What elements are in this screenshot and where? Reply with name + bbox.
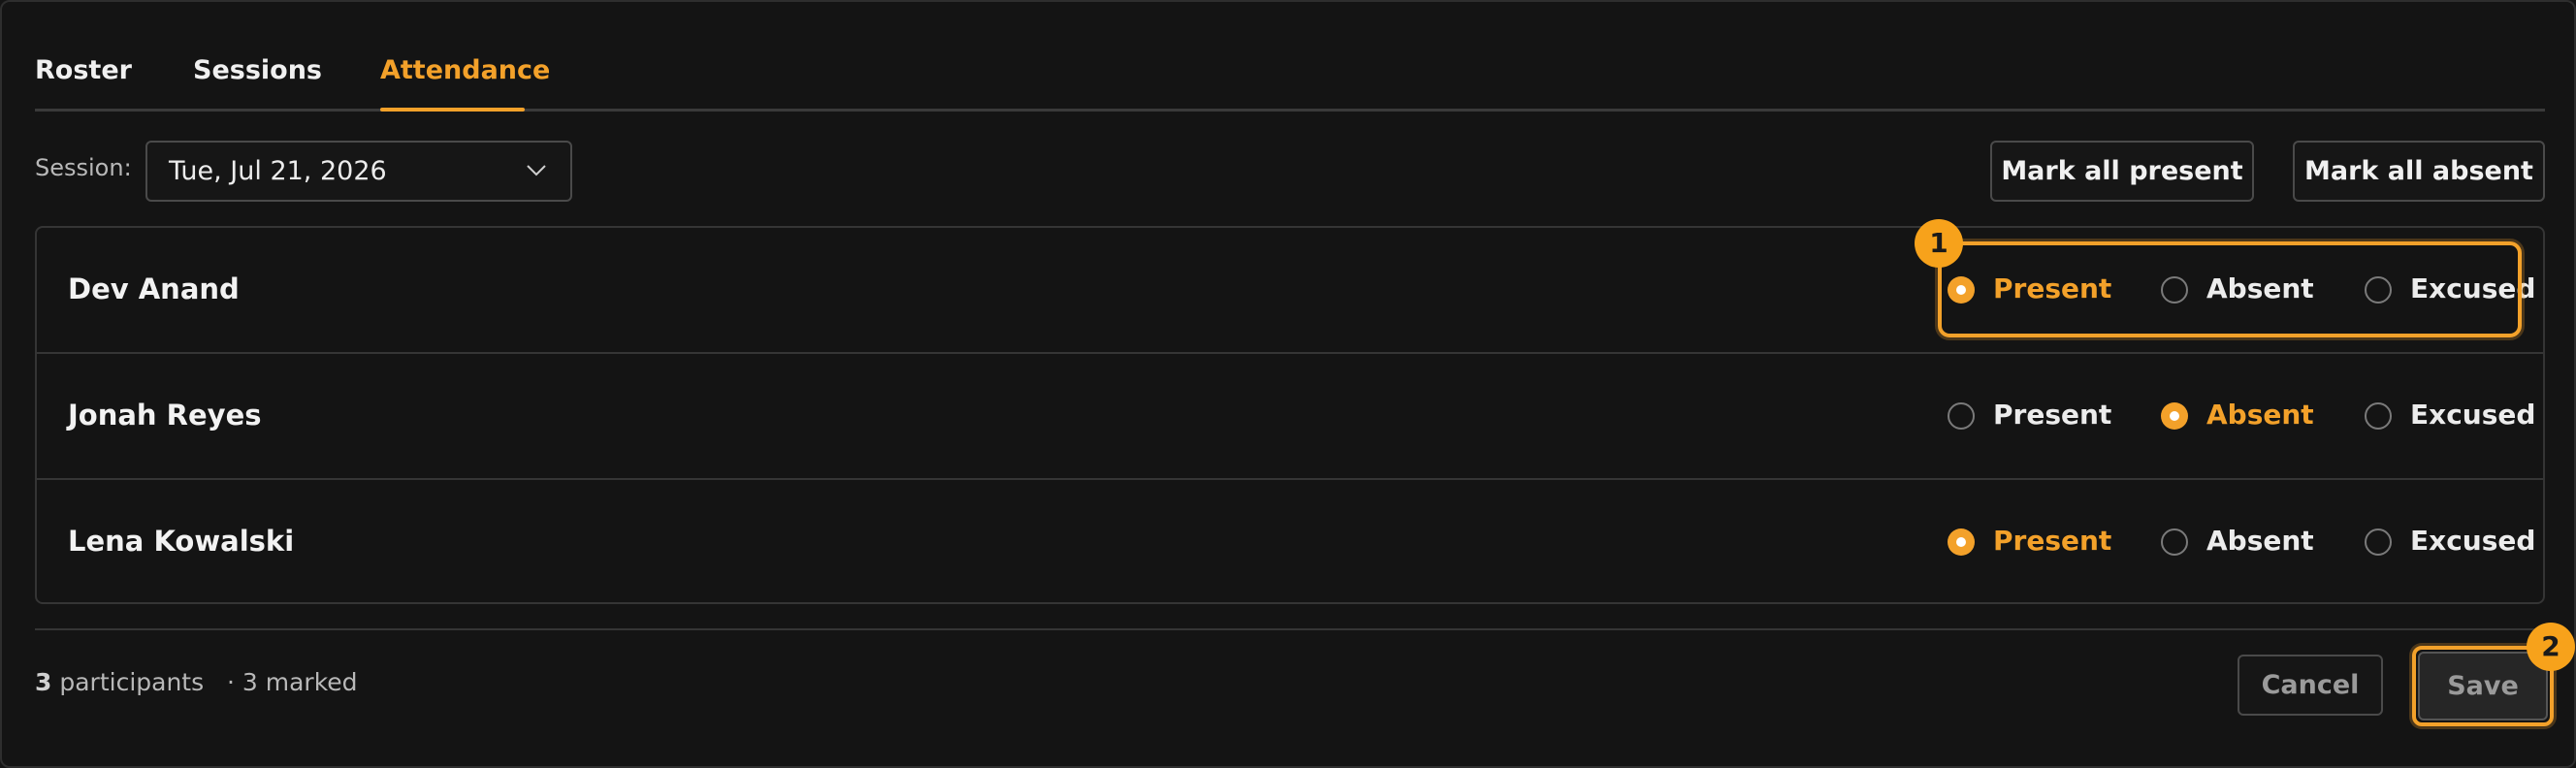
radio-unselected-icon: [2365, 402, 2392, 430]
radio-unselected-icon: [2161, 528, 2188, 556]
footer-summary: 3 participants · 3 marked: [35, 668, 358, 696]
radio-selected-icon: [2161, 402, 2188, 430]
option-label: Present: [1993, 525, 2112, 557]
tab-sessions[interactable]: Sessions: [193, 55, 322, 85]
marked-count: 3 marked: [242, 668, 358, 696]
save-button[interactable]: Save: [2418, 652, 2548, 720]
participant-name: Dev Anand: [68, 272, 240, 305]
footer-divider: [35, 628, 2545, 630]
option-label: Absent: [2206, 399, 2314, 431]
table-row: Lena Kowalski Present Absent Excused: [37, 478, 2543, 604]
active-tab-indicator: [380, 108, 525, 112]
mark-all-present-button[interactable]: Mark all present: [1990, 141, 2254, 202]
option-label: Excused: [2410, 399, 2536, 431]
participants-word: participants: [59, 668, 205, 696]
table-row: Jonah Reyes Present Absent Excused: [37, 352, 2543, 479]
step-marker: 1: [1915, 219, 1963, 268]
radio-selected-icon: [1948, 528, 1975, 556]
focus-highlight: [1938, 241, 2522, 337]
option-label: Present: [1993, 399, 2112, 431]
session-select[interactable]: Tue, Jul 21, 2026: [145, 141, 572, 202]
session-selected-value: Tue, Jul 21, 2026: [169, 156, 387, 186]
tab-attendance[interactable]: Attendance: [380, 55, 550, 85]
tab-roster[interactable]: Roster: [35, 55, 132, 85]
option-label: Absent: [2206, 525, 2314, 557]
attendance-panel: Roster Sessions Attendance Session: Tue,…: [0, 0, 2576, 768]
summary-separator: ·: [226, 668, 235, 696]
radio-unselected-icon: [2365, 528, 2392, 556]
step-marker: 2: [2527, 623, 2575, 671]
participant-count: 3: [35, 668, 52, 696]
mark-all-absent-button[interactable]: Mark all absent: [2293, 141, 2545, 202]
participant-name: Jonah Reyes: [68, 399, 262, 432]
radio-unselected-icon: [1948, 402, 1975, 430]
chevron-down-icon: [527, 165, 546, 176]
participant-name: Lena Kowalski: [68, 525, 295, 558]
session-label: Session:: [35, 154, 132, 181]
cancel-button[interactable]: Cancel: [2238, 655, 2383, 716]
option-label: Excused: [2410, 525, 2536, 557]
